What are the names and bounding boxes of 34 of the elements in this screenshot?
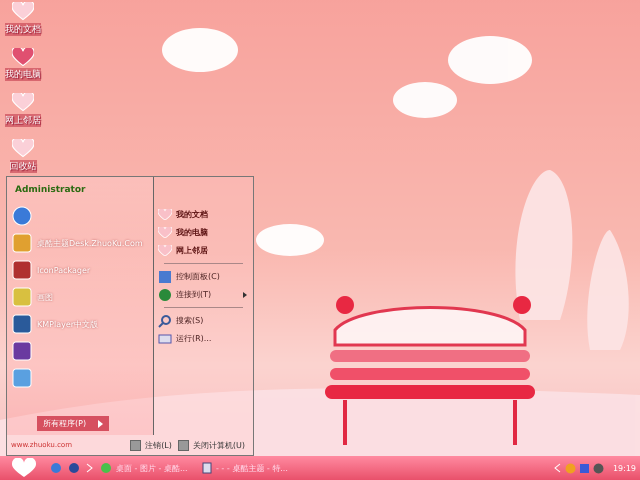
chevron-icon[interactable] bbox=[554, 463, 562, 473]
menu-item[interactable]: 搜索(S) bbox=[158, 313, 249, 328]
heart-icon bbox=[12, 93, 34, 112]
menu-item[interactable]: 网上邻居 bbox=[158, 243, 249, 258]
clock: 19:19 bbox=[612, 464, 636, 472]
desktop-shortcut[interactable]: 回收站 bbox=[10, 139, 36, 173]
taskbar-button[interactable]: - - - 桌酷主题 - 特... bbox=[202, 459, 298, 477]
heart-icon bbox=[12, 139, 34, 158]
menu-item[interactable]: 控制面板(C) bbox=[158, 269, 249, 284]
desktop-shortcut[interactable]: 网上邻居 bbox=[5, 93, 41, 128]
heart-icon bbox=[158, 208, 172, 220]
tray-icon[interactable] bbox=[578, 462, 590, 474]
menu-item[interactable]: 我的电脑 bbox=[158, 225, 249, 240]
heart-icon bbox=[158, 226, 172, 238]
arrow-icon bbox=[98, 420, 104, 428]
shut-down-button[interactable]: 关闭计算机(U) bbox=[178, 440, 245, 450]
tray-icon[interactable] bbox=[592, 462, 604, 474]
control-panel-icon bbox=[158, 270, 172, 284]
desktop-shortcut[interactable]: 我的电脑 bbox=[5, 48, 41, 82]
heart-icon bbox=[12, 2, 34, 21]
heart-icon bbox=[158, 244, 172, 256]
menu-item[interactable]: 连接到(T) bbox=[158, 287, 249, 302]
heart-icon bbox=[12, 48, 34, 66]
menu-item[interactable]: 运行(R)... bbox=[158, 331, 249, 346]
taskbar-button[interactable]: 桌面 - 图片 - 桌酷... bbox=[100, 459, 196, 477]
desktop-shortcut[interactable]: 我的文档 bbox=[5, 2, 41, 36]
log-off-button[interactable]: 注销(L) bbox=[130, 440, 172, 450]
chevron-icon[interactable] bbox=[86, 463, 94, 473]
run-icon bbox=[158, 332, 172, 346]
menu-item[interactable]: 我的文档 bbox=[158, 207, 249, 222]
chat-icon bbox=[100, 462, 112, 474]
all-programs-item[interactable]: 所有程序(P) bbox=[37, 416, 110, 431]
search-icon bbox=[158, 314, 172, 328]
user-name: Administrator bbox=[15, 185, 86, 195]
